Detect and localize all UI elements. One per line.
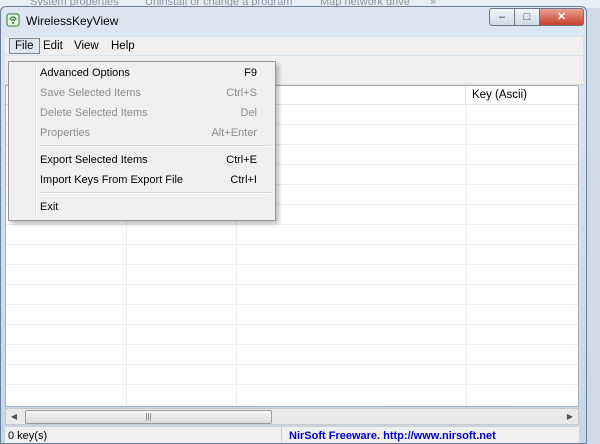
key-count: 0 key(s) — [8, 427, 282, 443]
menu-separator — [39, 192, 271, 194]
grid-line — [6, 324, 578, 325]
menu-item-shortcut: F9 — [244, 67, 257, 79]
column-header-key-ascii[interactable]: Key (Ascii) — [466, 86, 578, 104]
menu-item-label: Import Keys From Export File — [40, 174, 184, 186]
file-menu-dropdown: Advanced Options F9 Save Selected Items … — [8, 61, 276, 221]
menu-item-label: Exit — [40, 201, 59, 213]
menu-item-properties: Properties Alt+Enter — [11, 124, 273, 142]
grid-line — [6, 224, 578, 225]
minimize-button[interactable]: ‒ — [489, 8, 515, 26]
title-bar[interactable]: WirelessKeyView ‒ □ ✕ — [1, 7, 586, 35]
menu-item-delete-selected: Delete Selected Items Del — [11, 104, 273, 122]
menu-item-label: Properties — [40, 127, 91, 139]
grid-line — [6, 384, 578, 385]
menu-help[interactable]: Help — [106, 38, 140, 54]
menu-item-advanced-options[interactable]: Advanced Options F9 — [11, 64, 273, 82]
app-window: WirelessKeyView ‒ □ ✕ File Edit View Hel… — [0, 6, 587, 444]
grid-line — [6, 244, 578, 245]
menu-file[interactable]: File — [9, 38, 40, 54]
menu-item-exit[interactable]: Exit — [11, 198, 273, 216]
menu-separator — [39, 145, 271, 147]
scroll-thumb[interactable]: ||| — [25, 410, 272, 424]
menu-item-label: Export Selected Items — [40, 154, 148, 166]
horizontal-scrollbar[interactable]: ◀ ||| ▶ — [5, 408, 579, 425]
menu-item-save-selected: Save Selected Items Ctrl+S — [11, 84, 273, 102]
scroll-right-arrow-icon[interactable]: ▶ — [562, 409, 578, 424]
menu-item-shortcut: Ctrl+E — [226, 154, 257, 166]
menu-item-label: Delete Selected Items — [40, 107, 148, 119]
grid-line — [6, 284, 578, 285]
status-bar: 0 key(s) NirSoft Freeware. http://www.ni… — [5, 426, 579, 443]
menu-item-import-keys[interactable]: Import Keys From Export File Ctrl+I — [11, 171, 273, 189]
wifi-key-icon — [6, 13, 20, 27]
menu-item-label: Save Selected Items — [40, 87, 141, 99]
menu-bar: File Edit View Help — [5, 37, 583, 55]
nirsoft-link[interactable]: NirSoft Freeware. http://www.nirsoft.net — [289, 427, 496, 443]
grid-line — [466, 104, 467, 406]
grid-line — [6, 344, 578, 345]
grid-line — [6, 364, 578, 365]
grid-line — [6, 264, 578, 265]
menu-item-shortcut: Ctrl+I — [230, 174, 257, 186]
menu-item-shortcut: Alt+Enter — [211, 127, 257, 139]
menu-item-shortcut: Ctrl+S — [226, 87, 257, 99]
maximize-button[interactable]: □ — [514, 8, 540, 26]
menu-edit[interactable]: Edit — [38, 38, 68, 54]
menu-view[interactable]: View — [69, 38, 104, 54]
scroll-left-arrow-icon[interactable]: ◀ — [6, 409, 22, 424]
menu-item-label: Advanced Options — [40, 67, 130, 79]
close-button[interactable]: ✕ — [539, 8, 584, 26]
menu-item-export-selected[interactable]: Export Selected Items Ctrl+E — [11, 151, 273, 169]
menu-item-shortcut: Del — [240, 107, 257, 119]
grid-line — [6, 304, 578, 305]
window-title: WirelessKeyView — [26, 14, 119, 28]
